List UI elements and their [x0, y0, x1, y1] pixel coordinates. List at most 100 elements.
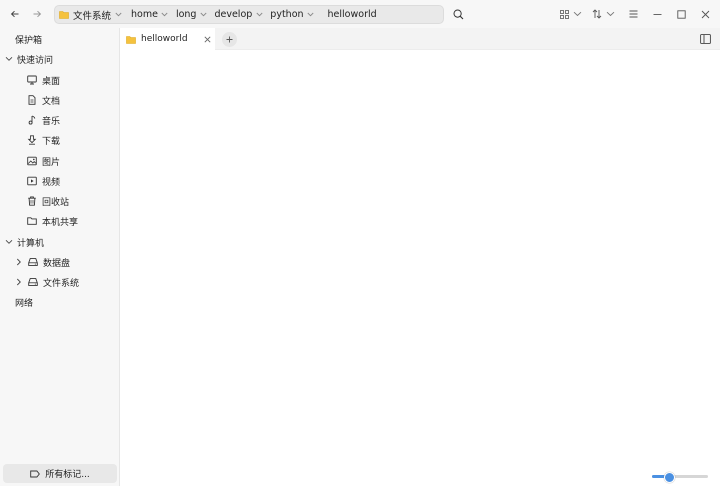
- sidebar-item-data-disk[interactable]: 数据盘: [14, 253, 70, 271]
- breadcrumb-label: python: [270, 9, 304, 20]
- main-menu-button[interactable]: [624, 5, 642, 23]
- maximize-icon: [676, 9, 686, 19]
- drive-icon: [27, 256, 39, 268]
- arrow-right-icon: [33, 10, 42, 18]
- sidebar-section-computer[interactable]: 计算机: [4, 233, 44, 251]
- sidebar-item-label: 图片: [42, 157, 61, 168]
- all-tags-button[interactable]: 所有标记...: [3, 464, 117, 483]
- breadcrumb-item-python[interactable]: python: [270, 6, 317, 23]
- zoom-slider-handle[interactable]: [664, 472, 675, 483]
- sort-button[interactable]: [590, 5, 616, 23]
- sidebar-item-trash[interactable]: 回收站: [26, 192, 69, 210]
- breadcrumb-label: develop: [214, 9, 253, 20]
- split-view-icon: [699, 34, 711, 44]
- sidebar-item-label: 视频: [42, 177, 61, 188]
- breadcrumb-label: long: [175, 9, 197, 20]
- folder-icon: [26, 215, 38, 227]
- music-icon: [26, 114, 38, 126]
- sidebar-item-music[interactable]: 音乐: [26, 111, 60, 129]
- breadcrumb-item-develop[interactable]: develop: [214, 6, 266, 23]
- sidebar-item-label: 回收站: [42, 197, 70, 208]
- chevron-down-icon[interactable]: [158, 8, 172, 22]
- tab-label: helloworld: [141, 34, 188, 44]
- tag-icon: [30, 470, 41, 478]
- search-button[interactable]: [449, 5, 467, 23]
- sidebar-item-label: 文件系统: [43, 278, 80, 289]
- breadcrumb-item-home[interactable]: home: [131, 6, 172, 23]
- sidebar-item-label: 保护箱: [15, 35, 43, 46]
- all-tags-label: 所有标记...: [45, 470, 90, 480]
- minimize-icon: [653, 13, 661, 15]
- close-icon: [701, 10, 709, 18]
- sidebar-item-vault[interactable]: 保护箱: [15, 30, 42, 48]
- breadcrumb-item-helloworld[interactable]: helloworld: [328, 6, 377, 23]
- sidebar-item-label: 文档: [42, 96, 61, 107]
- sidebar-item-downloads[interactable]: 下载: [26, 131, 60, 149]
- maximize-button[interactable]: [672, 5, 690, 23]
- file-manager-window: 文件系统 home long develop python helloworld…: [0, 0, 720, 486]
- main-panel: helloworld: [119, 28, 720, 486]
- close-icon: [203, 35, 211, 43]
- monitor-icon: [26, 74, 38, 86]
- sidebar-item-desktop[interactable]: 桌面: [26, 71, 60, 89]
- sidebar-item-videos[interactable]: 视频: [26, 172, 60, 190]
- title-bar: 文件系统 home long develop python helloworld: [0, 0, 720, 28]
- sidebar-item-label: 本机共享: [42, 217, 79, 228]
- breadcrumb-label: 文件系统: [73, 10, 112, 22]
- chevron-down-icon[interactable]: [304, 8, 318, 22]
- sidebar-section-label: 快速访问: [17, 55, 54, 66]
- plus-icon: [226, 36, 233, 43]
- chevron-down-icon: [606, 11, 614, 17]
- document-icon: [26, 94, 38, 106]
- close-tab-button[interactable]: [202, 34, 212, 44]
- chevron-right-icon[interactable]: [14, 257, 24, 267]
- drive-icon: [27, 276, 39, 288]
- image-icon: [26, 155, 38, 167]
- breadcrumb: 文件系统 home long develop python helloworld: [54, 5, 444, 24]
- breadcrumb-item-filesystem[interactable]: 文件系统: [59, 6, 125, 23]
- folder-icon: [126, 35, 136, 44]
- sidebar-item-label: 下载: [42, 136, 61, 147]
- breadcrumb-item-long[interactable]: long: [176, 6, 211, 23]
- search-icon: [453, 9, 463, 19]
- hamburger-menu-icon: [629, 10, 637, 18]
- sidebar-item-label: 网络: [15, 298, 34, 309]
- file-list-area[interactable]: [120, 50, 720, 460]
- sidebar-section-quick-access[interactable]: 快速访问: [4, 50, 53, 68]
- chevron-down-icon[interactable]: [4, 237, 14, 247]
- view-mode-button[interactable]: [558, 5, 584, 23]
- download-icon: [26, 134, 38, 146]
- sidebar-item-pictures[interactable]: 图片: [26, 152, 60, 170]
- sidebar-item-label: 桌面: [42, 76, 61, 87]
- sort-icon: [592, 9, 601, 19]
- chevron-right-icon[interactable]: [14, 277, 24, 287]
- sidebar-item-documents[interactable]: 文档: [26, 91, 60, 109]
- chevron-down-icon: [573, 11, 582, 17]
- back-button[interactable]: [6, 5, 24, 23]
- tab-helloworld[interactable]: helloworld: [120, 28, 215, 50]
- arrow-left-icon: [10, 10, 19, 18]
- sidebar-section-label: 计算机: [17, 238, 45, 249]
- video-icon: [26, 175, 38, 187]
- tab-bar: helloworld: [120, 28, 720, 50]
- sidebar-item-local-share[interactable]: 本机共享: [26, 212, 78, 230]
- chevron-down-icon[interactable]: [111, 8, 125, 22]
- breadcrumb-label: helloworld: [327, 9, 377, 20]
- sidebar-item-label: 音乐: [42, 116, 61, 127]
- sidebar-item-network[interactable]: 网络: [15, 293, 33, 311]
- zoom-slider[interactable]: [652, 472, 708, 483]
- chevron-down-icon[interactable]: [252, 8, 266, 22]
- split-view-button[interactable]: [698, 33, 712, 45]
- close-window-button[interactable]: [696, 5, 714, 23]
- sidebar-item-label: 数据盘: [43, 258, 71, 269]
- chevron-down-icon[interactable]: [196, 8, 210, 22]
- forward-button[interactable]: [28, 5, 46, 23]
- new-tab-button[interactable]: [222, 32, 237, 47]
- trash-icon: [26, 195, 38, 207]
- grid-view-icon: [560, 9, 569, 19]
- status-bar: [120, 460, 720, 486]
- breadcrumb-label: home: [131, 9, 158, 20]
- sidebar-item-filesystem[interactable]: 文件系统: [14, 273, 79, 291]
- minimize-button[interactable]: [648, 5, 666, 23]
- chevron-down-icon[interactable]: [4, 54, 14, 64]
